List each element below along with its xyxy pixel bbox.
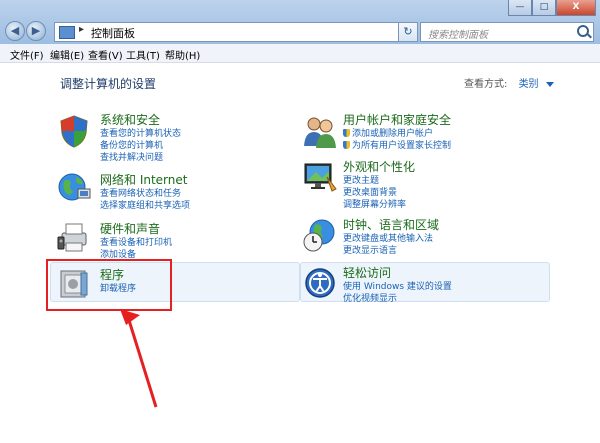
title-bar: — □ X ◀ ▶ ▸ 控制面板 ▼ ↻ 搜索控制面板 [0, 0, 600, 45]
breadcrumb-chevron-icon[interactable]: ▸ [79, 24, 84, 35]
window-controls: — □ X [508, 0, 596, 18]
link-backup[interactable]: 备份您的计算机 [100, 140, 181, 152]
view-by-label: 查看方式: [464, 79, 508, 90]
link-troubleshoot[interactable]: 查找并解决问题 [100, 152, 181, 164]
menu-bar: 文件(F) 编辑(E) 查看(V) 工具(T) 帮助(H) [0, 44, 600, 63]
link-parental-controls[interactable]: 为所有用户设置家长控制 [343, 140, 451, 152]
link-devices-printers[interactable]: 查看设备和打印机 [100, 237, 172, 249]
link-screen-resolution[interactable]: 调整屏幕分辨率 [343, 199, 415, 211]
category-clock-language: 时钟、语言和区域 更改键盘或其他输入法 更改显示语言 [343, 216, 439, 257]
network-globe-icon [58, 173, 91, 201]
link-homegroup[interactable]: 选择家庭组和共享选项 [100, 200, 190, 212]
menu-tools[interactable]: 工具(T) [126, 47, 160, 62]
ease-of-access-icon [305, 268, 335, 298]
close-button[interactable]: X [556, 0, 596, 16]
menu-help[interactable]: 帮助(H) [165, 47, 200, 62]
search-placeholder: 搜索控制面板 [428, 30, 488, 41]
forward-button[interactable]: ▶ [26, 21, 46, 41]
category-users: 用户帐户和家庭安全 添加或删除用户帐户 为所有用户设置家长控制 [343, 111, 451, 152]
category-title[interactable]: 系统和安全 [100, 111, 181, 128]
search-input[interactable]: 搜索控制面板 [420, 22, 594, 42]
chevron-down-icon[interactable] [545, 81, 554, 87]
view-by-dropdown[interactable]: 类别 [519, 79, 539, 90]
link-change-theme[interactable]: 更改主题 [343, 175, 415, 187]
link-desktop-background[interactable]: 更改桌面背景 [343, 187, 415, 199]
view-by: 查看方式: 类别 [464, 75, 554, 90]
link-optimize-display[interactable]: 优化视频显示 [343, 293, 452, 305]
appearance-monitor-icon [304, 163, 337, 192]
shield-icon [60, 115, 88, 148]
link-add-remove-users[interactable]: 添加或删除用户帐户 [343, 128, 451, 140]
category-appearance: 外观和个性化 更改主题 更改桌面背景 调整屏幕分辨率 [343, 158, 415, 211]
category-hardware: 硬件和声音 查看设备和打印机 添加设备 [100, 220, 172, 261]
category-network: 网络和 Internet 查看网络状态和任务 选择家庭组和共享选项 [100, 171, 190, 212]
menu-view[interactable]: 查看(V) [88, 47, 123, 62]
minimize-button[interactable]: — [508, 0, 532, 16]
control-panel-icon [59, 26, 75, 39]
users-icon [304, 117, 336, 148]
category-title[interactable]: 时钟、语言和区域 [343, 216, 439, 233]
printer-icon [57, 223, 87, 252]
link-recommended-settings[interactable]: 使用 Windows 建议的设置 [343, 281, 452, 293]
search-icon[interactable] [577, 25, 589, 37]
category-ease-of-access: 轻松访问 使用 Windows 建议的设置 优化视频显示 [343, 264, 452, 305]
category-title[interactable]: 轻松访问 [343, 264, 452, 281]
category-title[interactable]: 网络和 Internet [100, 171, 190, 188]
menu-edit[interactable]: 编辑(E) [50, 47, 84, 62]
refresh-button[interactable]: ↻ [398, 22, 418, 42]
menu-file[interactable]: 文件(F) [10, 47, 44, 62]
annotation-arrow-icon [120, 309, 158, 408]
link-network-status[interactable]: 查看网络状态和任务 [100, 188, 190, 200]
breadcrumb-control-panel[interactable]: 控制面板 [91, 25, 135, 41]
page-title: 调整计算机的设置 [60, 77, 157, 91]
link-keyboard-input[interactable]: 更改键盘或其他输入法 [343, 233, 439, 245]
address-bar[interactable]: ▸ 控制面板 ▼ [54, 22, 416, 42]
content-area: 调整计算机的设置 查看方式: 类别 系统和安全 查看您的计算机状态 备份您的计算… [0, 63, 600, 443]
link-view-status[interactable]: 查看您的计算机状态 [100, 128, 181, 140]
back-button[interactable]: ◀ [5, 21, 25, 41]
category-system-security: 系统和安全 查看您的计算机状态 备份您的计算机 查找并解决问题 [100, 111, 181, 164]
link-display-language[interactable]: 更改显示语言 [343, 245, 439, 257]
category-title[interactable]: 硬件和声音 [100, 220, 172, 237]
maximize-button[interactable]: □ [532, 0, 556, 16]
category-title[interactable]: 外观和个性化 [343, 158, 415, 175]
clock-globe-icon [303, 219, 335, 252]
category-title[interactable]: 用户帐户和家庭安全 [343, 111, 451, 128]
